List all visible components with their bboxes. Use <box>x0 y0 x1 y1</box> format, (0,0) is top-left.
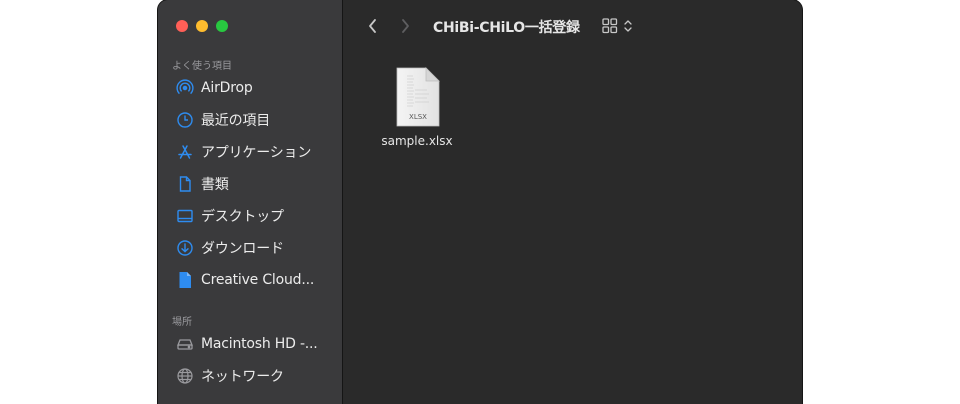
network-globe-icon <box>176 367 194 385</box>
sidebar-item-label: Creative Cloud... <box>201 272 315 288</box>
zoom-button[interactable] <box>216 20 228 32</box>
sidebar-item-label: 書類 <box>201 177 229 193</box>
sidebar-item-label: Macintosh HD -... <box>201 336 318 352</box>
file-browser-content: XLSX sample.xlsx <box>343 52 802 404</box>
clock-icon <box>176 111 194 129</box>
sidebar-item-applications[interactable]: アプリケーション <box>164 138 336 166</box>
minimize-button[interactable] <box>196 20 208 32</box>
finder-window: よく使う項目 AirDrop 最近の項目 アプリケーション 書類 デスクトップ … <box>158 0 802 404</box>
sidebar: よく使う項目 AirDrop 最近の項目 アプリケーション 書類 デスクトップ … <box>158 0 343 404</box>
sidebar-item-network[interactable]: ネットワーク <box>164 362 336 390</box>
sidebar-item-label: AirDrop <box>201 80 253 96</box>
xlsx-file-icon: XLSX <box>396 67 440 127</box>
traffic-lights <box>176 20 228 32</box>
document-icon <box>176 175 194 193</box>
sidebar-item-desktop[interactable]: デスクトップ <box>164 202 336 230</box>
section-header-favorites: よく使う項目 <box>172 61 232 72</box>
file-item[interactable]: XLSX sample.xlsx <box>369 66 465 148</box>
forward-button[interactable] <box>395 16 415 36</box>
section-header-locations: 場所 <box>172 317 192 328</box>
applications-icon <box>176 143 194 161</box>
sidebar-item-recents[interactable]: 最近の項目 <box>164 106 336 134</box>
file-type-label: XLSX <box>409 113 427 121</box>
sidebar-item-label: ネットワーク <box>201 369 284 385</box>
sidebar-item-label: アプリケーション <box>201 145 312 161</box>
close-button[interactable] <box>176 20 188 32</box>
sidebar-item-documents[interactable]: 書類 <box>164 170 336 198</box>
sidebar-item-label: ダウンロード <box>201 241 284 257</box>
chevron-left-icon <box>369 19 376 33</box>
file-name: sample.xlsx <box>381 134 453 148</box>
sidebar-item-macintosh-hd[interactable]: Macintosh HD -... <box>164 330 336 358</box>
sidebar-item-label: 最近の項目 <box>201 113 270 129</box>
creative-cloud-file-icon <box>176 271 194 289</box>
sidebar-item-label: デスクトップ <box>201 209 284 225</box>
view-options-button[interactable] <box>600 16 638 36</box>
toolbar: CHiBi-CHiLO一括登録 <box>343 0 802 52</box>
window-title: CHiBi-CHiLO一括登録 <box>433 20 580 36</box>
back-button[interactable] <box>363 16 383 36</box>
download-icon <box>176 239 194 257</box>
chevron-right-icon <box>402 19 409 33</box>
hard-drive-icon <box>176 335 194 353</box>
sidebar-item-creative-cloud[interactable]: Creative Cloud... <box>164 266 336 294</box>
grid-view-icon <box>602 18 632 34</box>
desktop-icon <box>176 207 194 225</box>
sidebar-item-downloads[interactable]: ダウンロード <box>164 234 336 262</box>
sidebar-item-airdrop[interactable]: AirDrop <box>164 74 336 102</box>
airdrop-icon <box>176 79 194 97</box>
